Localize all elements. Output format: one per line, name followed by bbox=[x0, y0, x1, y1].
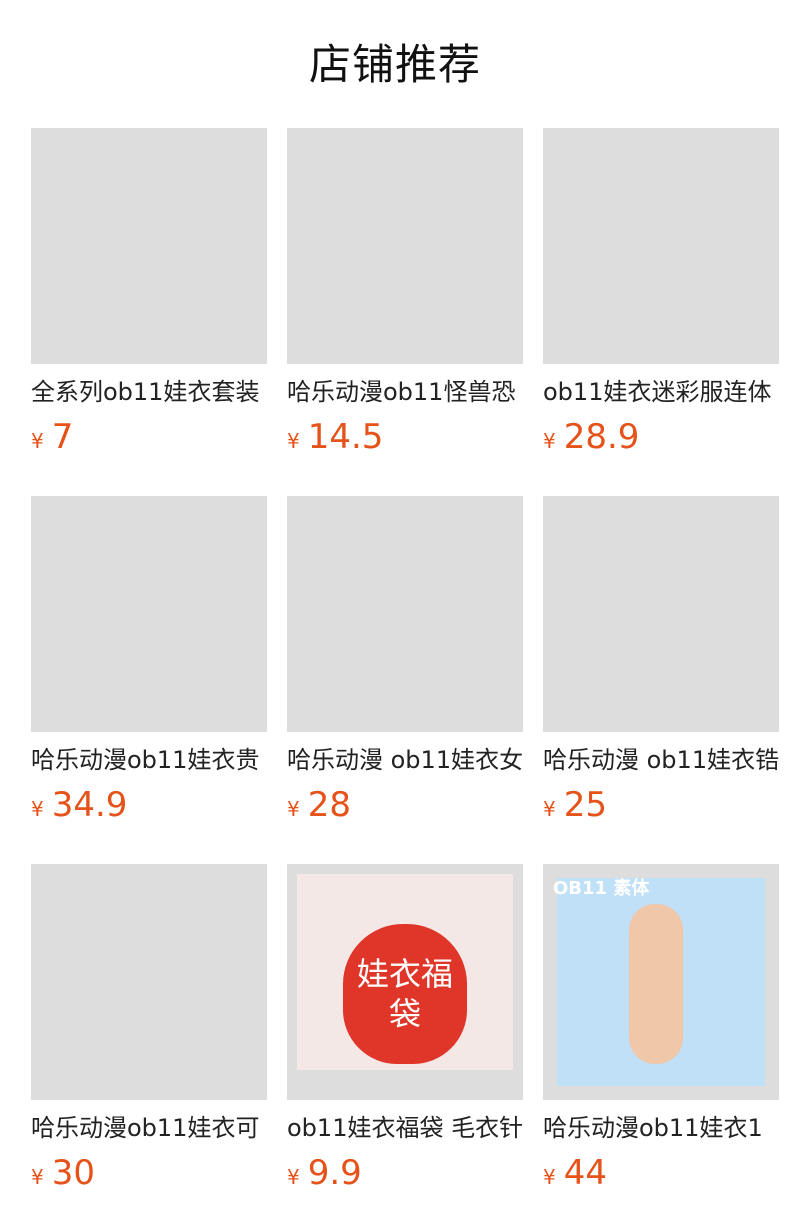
product-price: ¥34.9 bbox=[31, 782, 127, 828]
product-title[interactable]: 哈乐动漫 ob11娃衣女 bbox=[287, 742, 523, 778]
product-card[interactable]: 娃衣福袋 ob11娃衣福袋 毛衣针 ¥9.9 bbox=[287, 864, 523, 1194]
product-price: ¥9.9 bbox=[287, 1150, 362, 1196]
price-amount: 25 bbox=[563, 785, 607, 825]
price-amount: 34.9 bbox=[51, 785, 128, 825]
currency-symbol: ¥ bbox=[287, 429, 300, 453]
product-title[interactable]: 哈乐动漫ob11娃衣1 bbox=[543, 1110, 779, 1146]
currency-symbol: ¥ bbox=[543, 797, 556, 821]
product-card[interactable]: ob11娃衣迷彩服连体 ¥28.9 bbox=[543, 128, 779, 458]
product-title[interactable]: 哈乐动漫ob11娃衣贵 bbox=[31, 742, 267, 778]
lucky-bag-graphic: 娃衣福袋 bbox=[343, 924, 467, 1064]
product-image[interactable] bbox=[31, 128, 267, 364]
product-title[interactable]: 哈乐动漫ob11怪兽恐 bbox=[287, 374, 523, 410]
product-card[interactable]: 哈乐动漫ob11娃衣贵 ¥34.9 bbox=[31, 496, 267, 826]
product-card[interactable]: 哈乐动漫 ob11娃衣女 ¥28 bbox=[287, 496, 523, 826]
product-image[interactable] bbox=[543, 496, 779, 732]
product-card[interactable]: 全系列ob11娃衣套装 ¥7 bbox=[31, 128, 267, 458]
section-title: 店铺推荐 bbox=[308, 40, 481, 89]
doll-body-graphic bbox=[629, 904, 683, 1064]
product-price: ¥28.9 bbox=[543, 414, 639, 460]
currency-symbol: ¥ bbox=[543, 1165, 556, 1189]
price-amount: 9.9 bbox=[307, 1153, 362, 1193]
currency-symbol: ¥ bbox=[31, 429, 44, 453]
product-price: ¥28 bbox=[287, 782, 351, 828]
price-amount: 28 bbox=[307, 785, 351, 825]
product-image[interactable] bbox=[31, 864, 267, 1100]
product-price: ¥25 bbox=[543, 782, 607, 828]
currency-symbol: ¥ bbox=[543, 429, 556, 453]
product-card[interactable]: 哈乐动漫ob11娃衣可 ¥30 bbox=[31, 864, 267, 1194]
product-image[interactable] bbox=[287, 496, 523, 732]
product-card[interactable]: 哈乐动漫ob11怪兽恐 ¥14.5 bbox=[287, 128, 523, 458]
product-image[interactable]: OB11 素体 bbox=[543, 864, 779, 1100]
image-label: OB11 素体 bbox=[553, 878, 650, 899]
currency-symbol: ¥ bbox=[31, 797, 44, 821]
currency-symbol: ¥ bbox=[31, 1165, 44, 1189]
currency-symbol: ¥ bbox=[287, 797, 300, 821]
currency-symbol: ¥ bbox=[287, 1165, 300, 1189]
product-title[interactable]: 全系列ob11娃衣套装 bbox=[31, 374, 267, 410]
product-price: ¥7 bbox=[31, 414, 73, 460]
price-amount: 28.9 bbox=[563, 417, 640, 457]
price-amount: 7 bbox=[51, 417, 74, 457]
product-card[interactable]: OB11 素体 哈乐动漫ob11娃衣1 ¥44 bbox=[543, 864, 779, 1194]
price-amount: 44 bbox=[563, 1153, 607, 1193]
product-title[interactable]: 哈乐动漫 ob11娃衣锆 bbox=[543, 742, 779, 778]
product-price: ¥30 bbox=[31, 1150, 95, 1196]
product-card[interactable]: 哈乐动漫 ob11娃衣锆 ¥25 bbox=[543, 496, 779, 826]
product-price: ¥44 bbox=[543, 1150, 607, 1196]
product-title[interactable]: ob11娃衣福袋 毛衣针 bbox=[287, 1110, 523, 1146]
product-image[interactable]: 娃衣福袋 bbox=[287, 864, 523, 1100]
price-amount: 30 bbox=[51, 1153, 95, 1193]
product-price: ¥14.5 bbox=[287, 414, 383, 460]
product-image[interactable] bbox=[543, 128, 779, 364]
product-image[interactable] bbox=[31, 496, 267, 732]
price-amount: 14.5 bbox=[307, 417, 384, 457]
product-image[interactable] bbox=[287, 128, 523, 364]
product-title[interactable]: 哈乐动漫ob11娃衣可 bbox=[31, 1110, 267, 1146]
product-title[interactable]: ob11娃衣迷彩服连体 bbox=[543, 374, 779, 410]
